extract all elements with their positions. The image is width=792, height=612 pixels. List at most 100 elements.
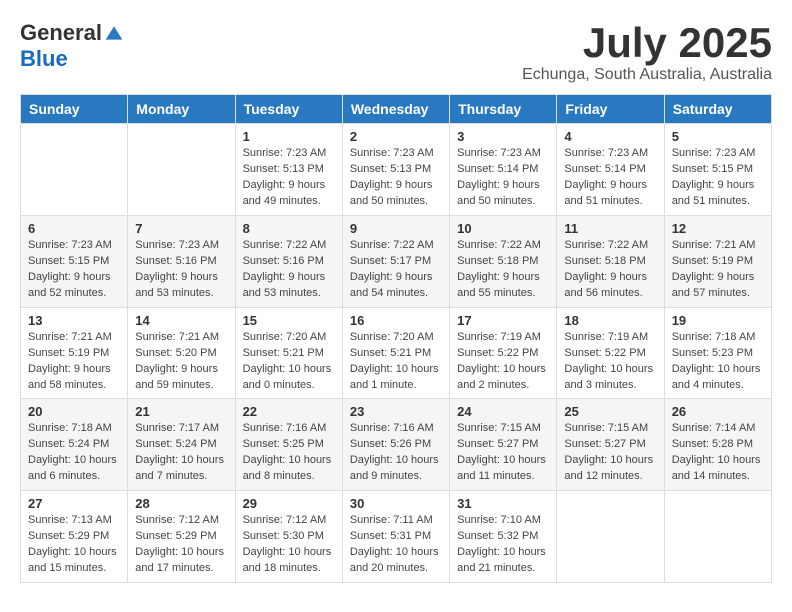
day-number: 16 [350, 313, 442, 328]
calendar-cell: 3Sunrise: 7:23 AMSunset: 5:14 PMDaylight… [450, 124, 557, 216]
day-number: 14 [135, 313, 227, 328]
column-header-tuesday: Tuesday [235, 95, 342, 124]
day-info: Sunrise: 7:19 AMSunset: 5:22 PMDaylight:… [457, 330, 549, 394]
day-number: 25 [564, 404, 656, 419]
day-number: 27 [28, 496, 120, 511]
calendar-week-row: 1 Sunrise: 7:23 AMSunset: 5:13 PMDaylight… [21, 124, 772, 216]
calendar-cell: 27Sunrise: 7:13 AMSunset: 5:29 PMDayligh… [21, 491, 128, 583]
calendar-cell: 20 Sunrise: 7:18 AMSunset: 5:24 PMDayligh… [21, 399, 128, 491]
column-header-monday: Monday [128, 95, 235, 124]
day-number: 24 [457, 404, 549, 419]
calendar-cell: 26Sunrise: 7:14 AMSunset: 5:28 PMDayligh… [664, 399, 771, 491]
day-info: Sunrise: 7:18 AMSunset: 5:24 PMDaylight:… [28, 421, 120, 485]
logo-general-text: General [20, 20, 102, 46]
day-number: 23 [350, 404, 442, 419]
day-info: Sunrise: 7:21 AMSunset: 5:20 PMDaylight:… [135, 330, 227, 394]
day-number: 4 [564, 129, 656, 144]
logo-icon [104, 23, 124, 43]
day-number: 18 [564, 313, 656, 328]
day-number: 6 [28, 221, 120, 236]
day-info: Sunrise: 7:22 AMSunset: 5:18 PMDaylight:… [564, 238, 656, 302]
column-header-friday: Friday [557, 95, 664, 124]
calendar-cell: 2 Sunrise: 7:23 AMSunset: 5:13 PMDaylight… [342, 124, 449, 216]
day-number: 21 [135, 404, 227, 419]
page-header: General Blue July 2025 Echunga, South Au… [20, 20, 772, 84]
day-number: 26 [672, 404, 764, 419]
day-number: 7 [135, 221, 227, 236]
day-number: 10 [457, 221, 549, 236]
calendar-cell: 28 Sunrise: 7:12 AMSunset: 5:29 PMDayligh… [128, 491, 235, 583]
day-number: 17 [457, 313, 549, 328]
day-number: 15 [243, 313, 335, 328]
calendar-cell: 31 Sunrise: 7:10 AMSunset: 5:32 PMDayligh… [450, 491, 557, 583]
calendar-cell [557, 491, 664, 583]
calendar-cell: 23 Sunrise: 7:16 AMSunset: 5:26 PMDayligh… [342, 399, 449, 491]
day-number: 19 [672, 313, 764, 328]
month-title: July 2025 [522, 20, 772, 66]
day-number: 1 [243, 129, 335, 144]
calendar-cell: 12 Sunrise: 7:21 AMSunset: 5:19 PMDayligh… [664, 215, 771, 307]
day-info: Sunrise: 7:22 AMSunset: 5:17 PMDaylight:… [350, 238, 442, 302]
day-info: Sunrise: 7:21 AMSunset: 5:19 PMDaylight:… [672, 238, 764, 302]
calendar-cell: 25Sunrise: 7:15 AMSunset: 5:27 PMDayligh… [557, 399, 664, 491]
calendar-cell: 19Sunrise: 7:18 AMSunset: 5:23 PMDayligh… [664, 307, 771, 399]
day-info: Sunrise: 7:23 AMSunset: 5:15 PMDaylight:… [672, 146, 764, 210]
calendar-cell: 5Sunrise: 7:23 AMSunset: 5:15 PMDaylight… [664, 124, 771, 216]
calendar-cell: 14 Sunrise: 7:21 AMSunset: 5:20 PMDayligh… [128, 307, 235, 399]
day-number: 2 [350, 129, 442, 144]
calendar-cell: 13 Sunrise: 7:21 AMSunset: 5:19 PMDayligh… [21, 307, 128, 399]
calendar-header-row: SundayMondayTuesdayWednesdayThursdayFrid… [21, 95, 772, 124]
calendar-cell: 17 Sunrise: 7:19 AMSunset: 5:22 PMDayligh… [450, 307, 557, 399]
day-number: 30 [350, 496, 442, 511]
calendar-cell: 8Sunrise: 7:22 AMSunset: 5:16 PMDaylight… [235, 215, 342, 307]
day-info: Sunrise: 7:23 AMSunset: 5:15 PMDaylight:… [28, 238, 120, 302]
day-info: Sunrise: 7:23 AMSunset: 5:13 PMDaylight:… [350, 146, 442, 210]
calendar-cell: 16Sunrise: 7:20 AMSunset: 5:21 PMDayligh… [342, 307, 449, 399]
day-number: 29 [243, 496, 335, 511]
column-header-thursday: Thursday [450, 95, 557, 124]
column-header-saturday: Saturday [664, 95, 771, 124]
day-info: Sunrise: 7:12 AMSunset: 5:30 PMDaylight:… [243, 513, 335, 577]
calendar-cell: 1Sunrise: 7:23 AMSunset: 5:13 PMDaylight… [235, 124, 342, 216]
day-number: 8 [243, 221, 335, 236]
day-info: Sunrise: 7:12 AMSunset: 5:29 PMDaylight:… [135, 513, 227, 577]
day-number: 22 [243, 404, 335, 419]
calendar-table: SundayMondayTuesdayWednesdayThursdayFrid… [20, 94, 772, 583]
day-info: Sunrise: 7:17 AMSunset: 5:24 PMDaylight:… [135, 421, 227, 485]
logo: General Blue [20, 20, 124, 72]
title-block: July 2025 Echunga, South Australia, Aust… [522, 20, 772, 84]
day-info: Sunrise: 7:23 AMSunset: 5:14 PMDaylight:… [564, 146, 656, 210]
day-info: Sunrise: 7:10 AMSunset: 5:32 PMDaylight:… [457, 513, 549, 577]
day-info: Sunrise: 7:19 AMSunset: 5:22 PMDaylight:… [564, 330, 656, 394]
day-info: Sunrise: 7:21 AMSunset: 5:19 PMDaylight:… [28, 330, 120, 394]
day-info: Sunrise: 7:16 AMSunset: 5:25 PMDaylight:… [243, 421, 335, 485]
column-header-wednesday: Wednesday [342, 95, 449, 124]
day-number: 13 [28, 313, 120, 328]
calendar-cell: 11 Sunrise: 7:22 AMSunset: 5:18 PMDayligh… [557, 215, 664, 307]
calendar-week-row: 6 Sunrise: 7:23 AMSunset: 5:15 PMDaylight… [21, 215, 772, 307]
day-info: Sunrise: 7:23 AMSunset: 5:14 PMDaylight:… [457, 146, 549, 210]
calendar-cell: 21 Sunrise: 7:17 AMSunset: 5:24 PMDayligh… [128, 399, 235, 491]
day-info: Sunrise: 7:16 AMSunset: 5:26 PMDaylight:… [350, 421, 442, 485]
calendar-cell: 15Sunrise: 7:20 AMSunset: 5:21 PMDayligh… [235, 307, 342, 399]
day-info: Sunrise: 7:11 AMSunset: 5:31 PMDaylight:… [350, 513, 442, 577]
column-header-sunday: Sunday [21, 95, 128, 124]
day-number: 28 [135, 496, 227, 511]
day-number: 9 [350, 221, 442, 236]
calendar-cell [128, 124, 235, 216]
day-number: 12 [672, 221, 764, 236]
calendar-cell: 24Sunrise: 7:15 AMSunset: 5:27 PMDayligh… [450, 399, 557, 491]
location-text: Echunga, South Australia, Australia [522, 66, 772, 84]
calendar-cell: 7Sunrise: 7:23 AMSunset: 5:16 PMDaylight… [128, 215, 235, 307]
day-number: 11 [564, 221, 656, 236]
calendar-cell: 22 Sunrise: 7:16 AMSunset: 5:25 PMDayligh… [235, 399, 342, 491]
calendar-cell: 18 Sunrise: 7:19 AMSunset: 5:22 PMDayligh… [557, 307, 664, 399]
day-number: 20 [28, 404, 120, 419]
calendar-cell [21, 124, 128, 216]
calendar-week-row: 20 Sunrise: 7:18 AMSunset: 5:24 PMDayligh… [21, 399, 772, 491]
calendar-cell: 4 Sunrise: 7:23 AMSunset: 5:14 PMDaylight… [557, 124, 664, 216]
calendar-cell: 29 Sunrise: 7:12 AMSunset: 5:30 PMDayligh… [235, 491, 342, 583]
calendar-cell [664, 491, 771, 583]
calendar-cell: 6 Sunrise: 7:23 AMSunset: 5:15 PMDaylight… [21, 215, 128, 307]
day-number: 31 [457, 496, 549, 511]
